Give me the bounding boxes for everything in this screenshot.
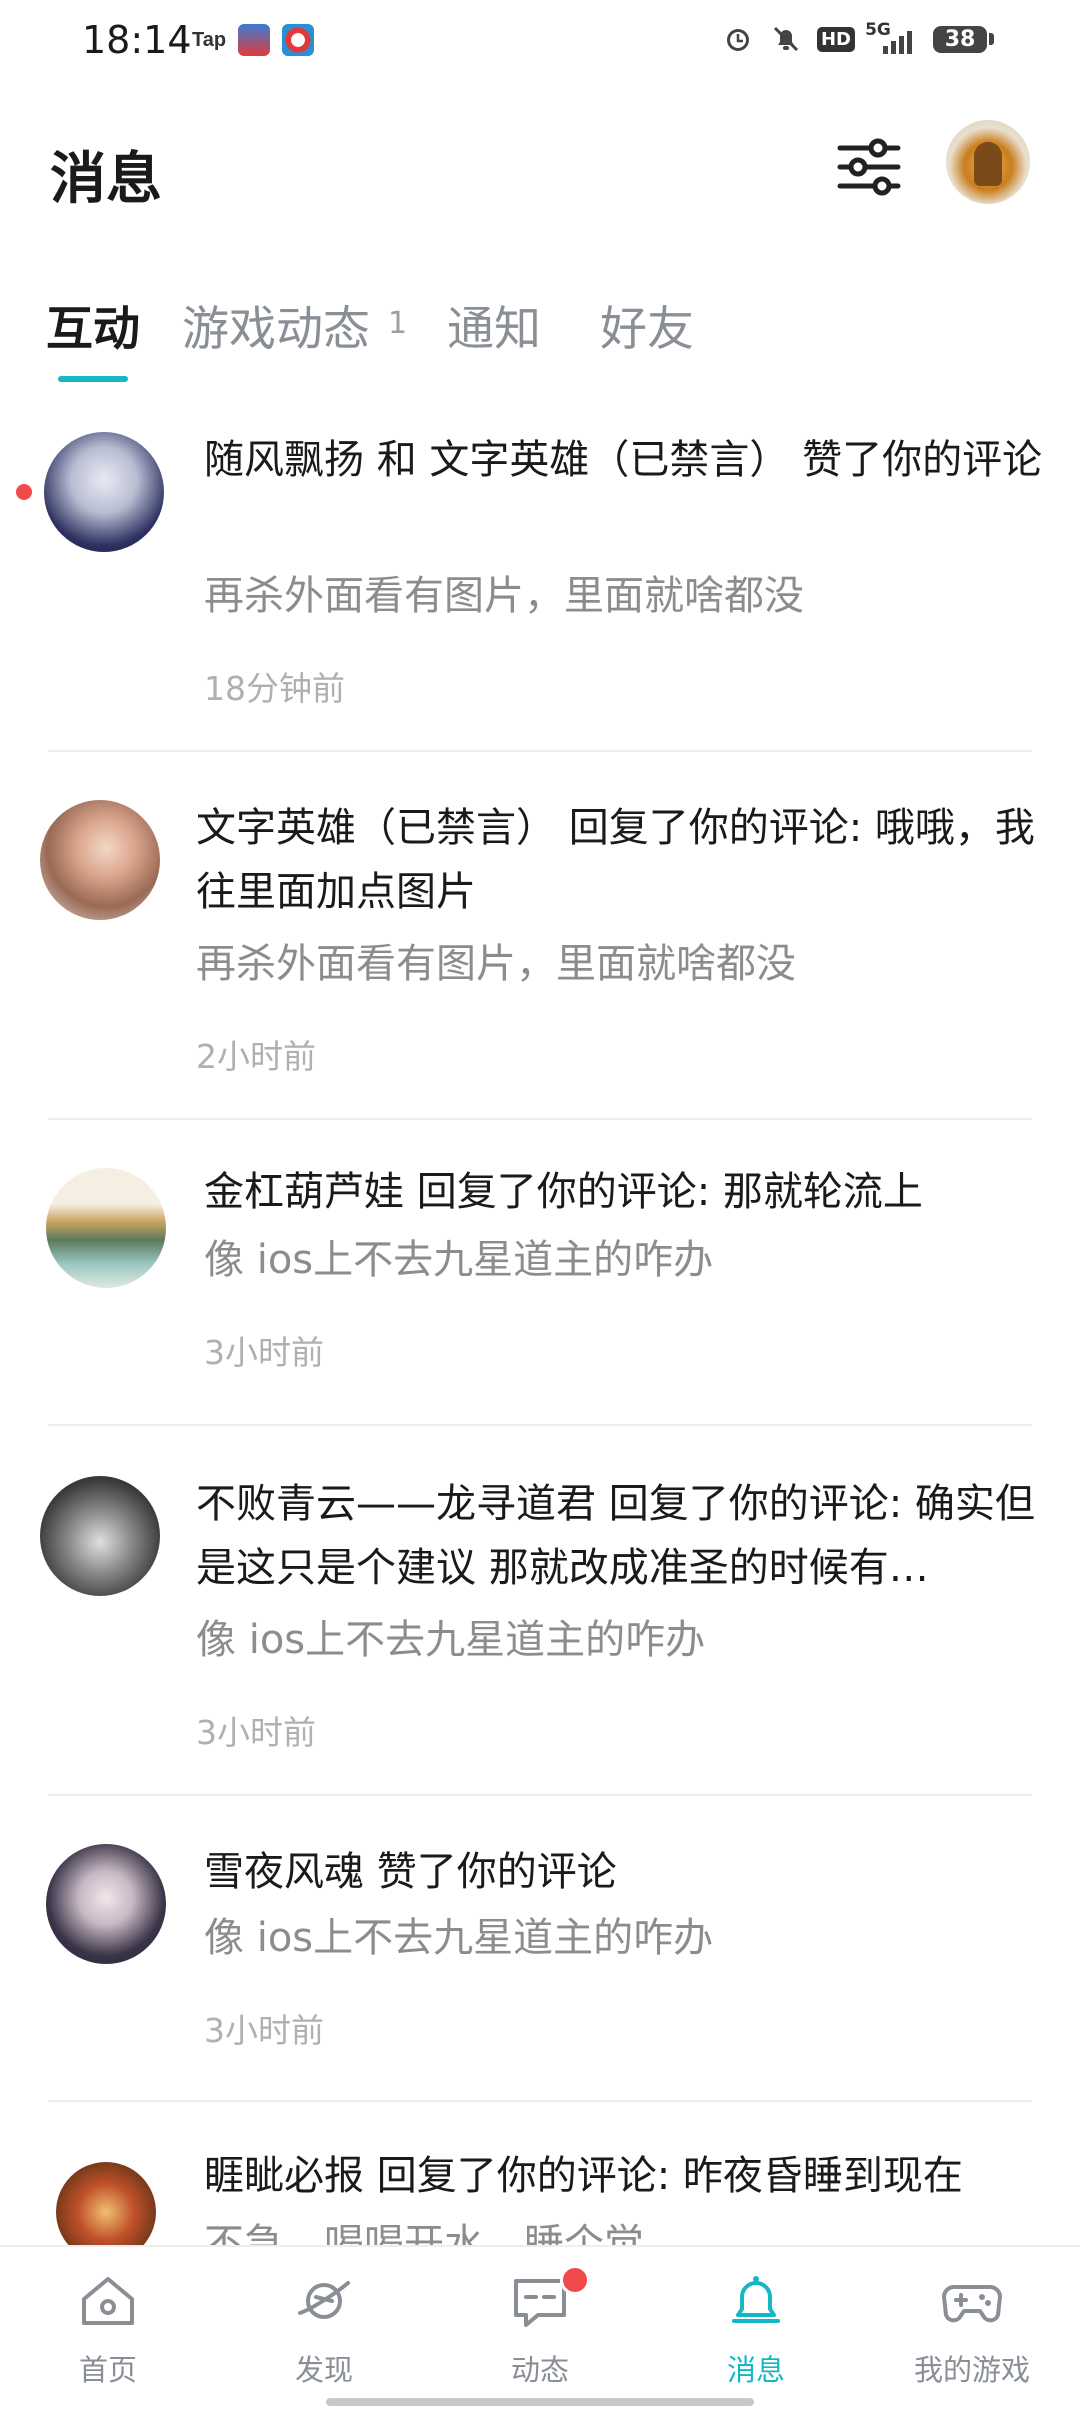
browser-app-icon: [282, 24, 315, 56]
tab-game-updates-badge: 1: [388, 306, 408, 341]
item-time: 18分钟前: [204, 669, 345, 708]
header: 消息: [0, 120, 1080, 240]
hd-icon: HD: [816, 26, 855, 52]
signal-icon: 5G: [865, 21, 919, 56]
item-title: 不败青云——龙寻道君 回复了你的评论: 确实但是这只是个建议 那就改成准圣的时候…: [196, 1481, 1035, 1591]
gamepad-icon: [942, 2285, 1002, 2323]
list-item[interactable]: 随风飘扬 和 文字英雄（已禁言） 赞了你的评论 再杀外面看有图片，里面就啥都没 …: [0, 400, 1080, 752]
filter-button[interactable]: [832, 130, 906, 204]
status-bar: 18:14 Tap HD 5G 38: [0, 0, 1080, 84]
tab-active-indicator: [58, 376, 128, 382]
battery-level: 38: [933, 25, 987, 53]
item-quote: 像 ios上不去九星道主的咋办: [204, 1915, 714, 1961]
sliders-icon: [837, 138, 901, 196]
tab-interaction[interactable]: 互动: [46, 290, 140, 359]
planet-icon: [298, 2281, 350, 2319]
taptap-icon: Tap: [192, 28, 227, 51]
item-time: 3小时前: [204, 1333, 324, 1372]
nav-home[interactable]: 首页: [0, 2247, 216, 2410]
bell-icon: [732, 2276, 780, 2323]
list-item[interactable]: 睚眦必报 回复了你的评论: 昨夜昏睡到现在 不急，喝喝开水，睡个觉: [0, 2102, 1080, 2245]
item-quote: 像 ios上不去九星道主的咋办: [196, 1617, 706, 1663]
nav-label: 消息: [726, 2353, 785, 2387]
unread-dot: [16, 484, 32, 500]
list-item[interactable]: 雪夜风魂 赞了你的评论 像 ios上不去九星道主的咋办 3小时前: [0, 1796, 1080, 2102]
item-quote: 再杀外面看有图片，里面就啥都没: [196, 941, 796, 987]
nav-label: 首页: [78, 2353, 137, 2387]
status-time: 18:14: [82, 18, 192, 62]
nav-messages[interactable]: 消息: [648, 2247, 864, 2410]
item-quote: 再杀外面看有图片，里面就啥都没: [204, 573, 804, 619]
bottom-nav: 首页 发现 动态 消息 我的游戏: [0, 2245, 1080, 2410]
tab-game-updates[interactable]: 游戏动态: [182, 290, 370, 359]
home-icon: [82, 2277, 134, 2325]
tab-bar: 互动 游戏动态 1 通知 好友: [0, 280, 1080, 390]
nav-my-games[interactable]: 我的游戏: [864, 2247, 1080, 2410]
user-avatar[interactable]: [946, 120, 1030, 204]
list-item[interactable]: 文字英雄（已禁言） 回复了你的评论: 哦哦，我往里面加点图片 再杀外面看有图片，…: [0, 752, 1080, 1120]
nav-label: 我的游戏: [913, 2353, 1030, 2387]
message-list[interactable]: 随风飘扬 和 文字英雄（已禁言） 赞了你的评论 再杀外面看有图片，里面就啥都没 …: [0, 400, 1080, 2245]
mute-bell-icon: [769, 22, 803, 56]
status-app-icons: Tap: [192, 24, 315, 56]
status-right: HD 5G 38: [721, 21, 994, 56]
item-title: 随风飘扬 和 文字英雄（已禁言） 赞了你的评论: [204, 437, 1043, 483]
battery-icon: 38: [933, 25, 994, 53]
tab-notifications[interactable]: 通知: [447, 290, 541, 359]
item-quote: 像 ios上不去九星道主的咋办: [204, 1237, 714, 1283]
item-time: 3小时前: [204, 2011, 324, 2050]
list-item[interactable]: 不败青云——龙寻道君 回复了你的评论: 确实但是这只是个建议 那就改成准圣的时候…: [0, 1426, 1080, 1796]
network-type: 5G: [865, 19, 891, 40]
item-title: 金杠葫芦娃 回复了你的评论: 那就轮流上: [204, 1169, 923, 1215]
item-title: 雪夜风魂 赞了你的评论: [204, 1849, 617, 1895]
nav-label: 动态: [510, 2353, 569, 2387]
item-title: 睚眦必报 回复了你的评论: 昨夜昏睡到现在: [204, 2153, 963, 2199]
item-time: 3小时前: [196, 1713, 316, 1752]
avatar[interactable]: [40, 1476, 160, 1596]
page-title: 消息: [50, 147, 162, 212]
item-title: 文字英雄（已禁言） 回复了你的评论: 哦哦，我往里面加点图片: [196, 805, 1035, 915]
avatar[interactable]: [44, 432, 164, 552]
alarm-icon: [721, 22, 755, 56]
nav-notification-dot: [560, 2265, 590, 2295]
list-item[interactable]: 金杠葫芦娃 回复了你的评论: 那就轮流上 像 ios上不去九星道主的咋办 3小时…: [0, 1120, 1080, 1426]
avatar[interactable]: [46, 1844, 166, 1964]
nav-label: 发现: [294, 2353, 353, 2387]
avatar[interactable]: [46, 1168, 166, 1288]
car-app-icon: [238, 24, 271, 56]
avatar[interactable]: [40, 800, 160, 920]
tab-friends[interactable]: 好友: [600, 290, 694, 359]
avatar[interactable]: [56, 2162, 156, 2245]
item-quote: 不急，喝喝开水，睡个觉: [204, 2221, 644, 2245]
nav-feed[interactable]: 动态: [432, 2247, 648, 2410]
item-time: 2小时前: [196, 1037, 316, 1076]
home-indicator[interactable]: [326, 2398, 754, 2406]
nav-discover[interactable]: 发现: [216, 2247, 432, 2410]
